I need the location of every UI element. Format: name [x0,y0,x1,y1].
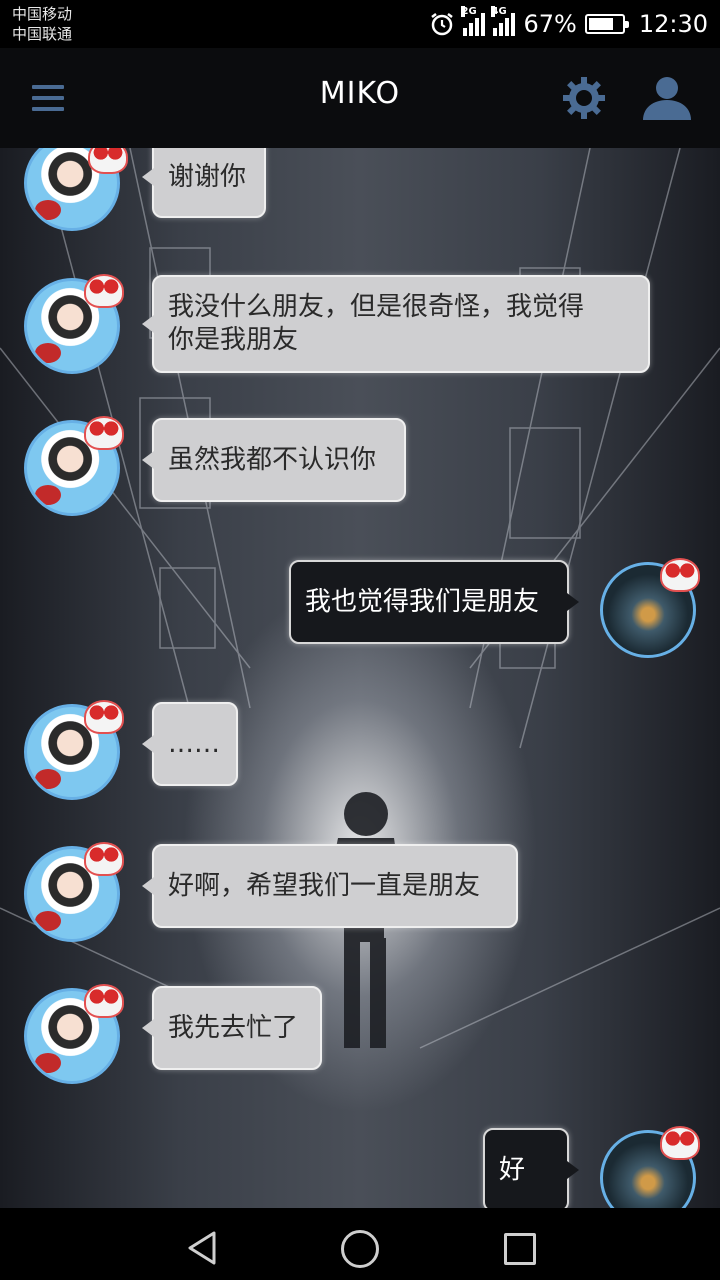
gear-icon[interactable] [560,74,608,122]
signal-icon: 2G [461,6,486,36]
message-bubble-incoming[interactable]: 我没什么朋友，但是很奇怪，我觉得 你是我朋友 [142,275,650,373]
sim1-network-label: 2G [461,6,477,17]
battery-percent: 67% [523,10,577,38]
cake-icon [84,700,124,734]
message-bubble-incoming[interactable]: 虽然我都不认识你 [142,418,406,502]
carrier-names: 中国移动 中国联通 [12,4,72,44]
carrier-2: 中国联通 [12,25,73,43]
carrier-1: 中国移动 [12,5,73,23]
message-text: 虽然我都不认识你 [168,444,377,475]
alarm-icon [431,13,454,36]
message-text: 谢谢你 [168,161,247,192]
chat-area[interactable]: 谢谢你 我没什么朋友，但是很奇怪，我觉得 你是我朋友 虽然我都不认识你 我也觉得… [0,148,720,1208]
message-text-line: 我没什么朋友，但是很奇怪，我觉得 [168,292,585,322]
signal-icon: 4G [491,6,516,36]
back-icon[interactable] [184,1230,220,1266]
status-bar: 中国移动 中国联通 2G 4G 67% 12:30 [0,0,720,48]
message-bubble-incoming[interactable]: 好啊，希望我们一直是朋友 [142,844,518,928]
home-icon[interactable] [341,1230,379,1268]
status-icons: 2G 4G 67% 12:30 [429,0,708,48]
message-bubble-incoming[interactable]: …… [142,702,238,786]
recent-apps-icon[interactable] [504,1233,536,1265]
clock: 12:30 [638,10,708,38]
cake-icon [84,274,124,308]
message-text-line: 你是我朋友 [168,325,299,355]
navigation-bar [0,1208,720,1280]
page-title: MIKO [319,76,401,111]
message-bubble-incoming[interactable]: 谢谢你 [142,148,266,218]
message-bubble-incoming[interactable]: 我先去忙了 [142,986,322,1070]
message-bubble-outgoing[interactable]: 我也觉得我们是朋友 [289,560,579,644]
message-text: 我也觉得我们是朋友 [305,586,540,617]
cake-icon [660,558,700,592]
message-bubble-outgoing[interactable]: 好 [483,1128,579,1208]
sim2-network-label: 4G [491,6,507,17]
battery-icon [584,14,629,34]
message-text: 我先去忙了 [168,1012,299,1043]
message-text: 好 [499,1154,526,1185]
cake-icon [88,148,128,174]
user-icon[interactable] [640,74,694,122]
cake-icon [84,416,124,450]
cake-icon [84,984,124,1018]
message-text: …… [168,728,220,759]
app-bar: MIKO [0,48,720,148]
message-text: 好啊，希望我们一直是朋友 [168,870,481,901]
cake-icon [660,1126,700,1160]
cake-icon [84,842,124,876]
